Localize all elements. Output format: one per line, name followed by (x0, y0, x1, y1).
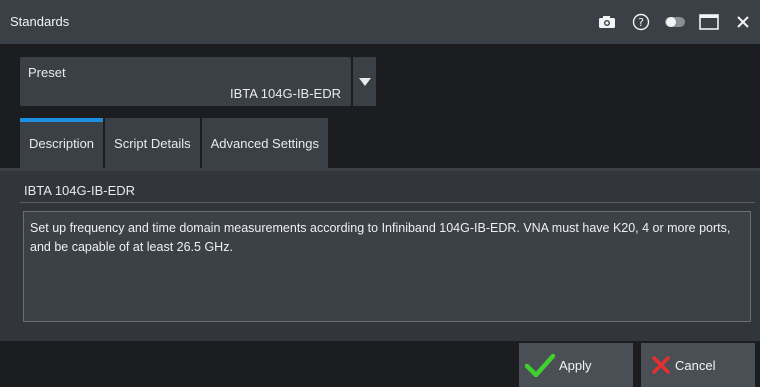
title-bar: Standards ? (0, 0, 760, 44)
tab-label: Advanced Settings (210, 135, 320, 151)
window-title: Standards (10, 14, 70, 29)
description-heading: IBTA 104G-IB-EDR (24, 183, 136, 198)
tab-bar: Description Script Details Advanced Sett… (20, 118, 329, 168)
tab-label: Description (29, 135, 95, 151)
cancel-label: Cancel (675, 357, 716, 373)
chevron-down-icon (358, 77, 371, 86)
preset-dropdown-button[interactable] (353, 57, 376, 106)
apply-label: Apply (559, 357, 592, 373)
preset-value: IBTA 104G-IB-EDR (229, 86, 341, 101)
preset-label: Preset (28, 65, 66, 80)
tab-label: Script Details (114, 135, 191, 151)
tab-advanced-settings[interactable]: Advanced Settings (201, 118, 329, 168)
maximize-icon[interactable] (692, 0, 726, 44)
help-icon[interactable]: ? (624, 0, 658, 44)
cancel-button[interactable]: Cancel (641, 343, 755, 387)
apply-button[interactable]: Apply (519, 343, 633, 387)
cancel-x-icon (652, 356, 670, 374)
description-text: Set up frequency and time domain measure… (23, 211, 751, 322)
title-bar-icons: ? (590, 0, 760, 44)
close-icon[interactable] (726, 0, 760, 44)
camera-icon[interactable] (590, 0, 624, 44)
preset-dropdown[interactable]: Preset IBTA 104G-IB-EDR (20, 57, 351, 106)
tab-script-details[interactable]: Script Details (105, 118, 200, 168)
divider (20, 202, 755, 203)
checkmark-icon (525, 353, 555, 377)
svg-text:?: ? (638, 16, 644, 29)
tab-description[interactable]: Description (20, 118, 104, 168)
toggle-icon[interactable] (658, 0, 692, 44)
